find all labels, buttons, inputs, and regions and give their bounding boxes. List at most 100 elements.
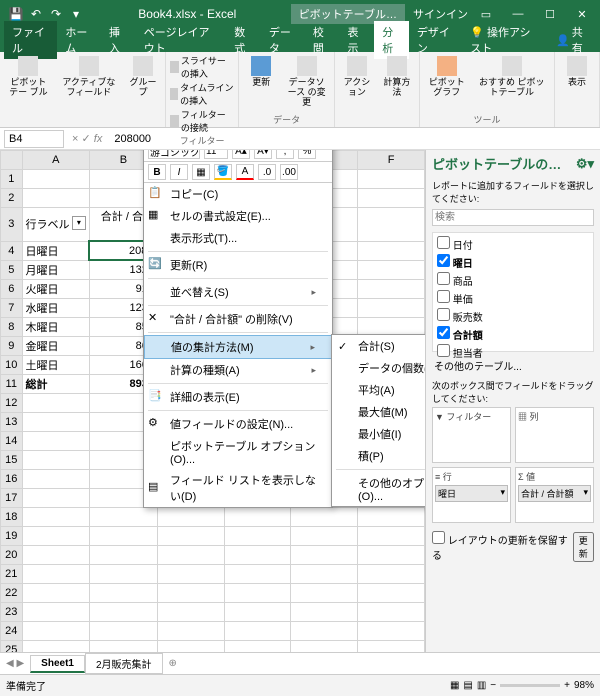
minimize-icon[interactable]: — xyxy=(504,8,532,20)
row-header[interactable]: 3 xyxy=(1,208,23,242)
cell[interactable] xyxy=(224,621,291,640)
cell[interactable]: 総計 xyxy=(22,374,89,393)
cell[interactable] xyxy=(22,488,89,507)
undo-icon[interactable]: ↶ xyxy=(28,6,44,22)
refresh-button[interactable]: 更新 xyxy=(243,54,279,90)
row-header[interactable]: 21 xyxy=(1,564,23,583)
row-header[interactable]: 24 xyxy=(1,621,23,640)
sub-max[interactable]: 最大値(M) xyxy=(332,401,425,423)
cell[interactable]: 木曜日 xyxy=(22,317,89,336)
cell[interactable] xyxy=(22,431,89,450)
show-button[interactable]: 表示 xyxy=(559,54,595,90)
row-header[interactable]: 14 xyxy=(1,431,23,450)
row-header[interactable]: 9 xyxy=(1,336,23,355)
cell[interactable] xyxy=(89,545,157,564)
ctx-format-cells[interactable]: ▦セルの書式設定(E)... xyxy=(144,205,332,227)
increase-font-icon[interactable]: A▴ xyxy=(232,150,250,159)
calculations-button[interactable]: 計算方法 xyxy=(379,54,415,100)
fontsize-combo[interactable] xyxy=(204,150,228,159)
ctx-value-field-settings[interactable]: ⚙値フィールドの設定(N)... xyxy=(144,413,332,435)
cell[interactable] xyxy=(22,545,89,564)
qat-dropdown-icon[interactable]: ▾ xyxy=(68,6,84,22)
pivotchart-button[interactable]: ピボットグラフ xyxy=(424,54,470,100)
cell[interactable] xyxy=(224,583,291,602)
cell[interactable] xyxy=(89,507,157,526)
insert-timeline-button[interactable]: タイムラインの挿入 xyxy=(170,81,234,107)
row-header[interactable]: 22 xyxy=(1,583,23,602)
cell[interactable] xyxy=(157,564,224,583)
row-header[interactable]: 8 xyxy=(1,317,23,336)
cell[interactable]: 月曜日 xyxy=(22,260,89,279)
fill-color-icon[interactable]: 🪣 xyxy=(214,164,232,180)
cell[interactable] xyxy=(358,208,425,242)
view-pagelayout-icon[interactable]: ▤ xyxy=(463,680,472,691)
sub-product[interactable]: 積(P) xyxy=(332,445,425,467)
name-box[interactable]: B4 xyxy=(4,130,64,148)
zoom-level[interactable]: 98% xyxy=(574,680,594,691)
cell[interactable]: 土曜日 xyxy=(22,355,89,374)
ctx-sort[interactable]: 並べ替え(S) xyxy=(144,281,332,303)
cell[interactable] xyxy=(358,526,425,545)
cell[interactable] xyxy=(291,583,358,602)
cell[interactable]: 日曜日 xyxy=(22,241,89,260)
cell[interactable] xyxy=(291,507,358,526)
group-button[interactable]: グループ xyxy=(125,54,161,100)
enter-icon[interactable]: ✓ xyxy=(82,133,91,145)
cell[interactable] xyxy=(22,507,89,526)
zoom-slider[interactable] xyxy=(500,684,560,687)
sub-average[interactable]: 平均(A) xyxy=(332,379,425,401)
cell[interactable] xyxy=(224,507,291,526)
sub-more-options[interactable]: その他のオプション(O)... xyxy=(332,472,425,506)
cancel-icon[interactable]: × xyxy=(72,133,78,145)
cell[interactable]: 行ラベル▾ xyxy=(22,208,89,242)
cell[interactable] xyxy=(157,621,224,640)
cell[interactable] xyxy=(157,583,224,602)
row-header[interactable]: 7 xyxy=(1,298,23,317)
cell[interactable] xyxy=(224,640,291,652)
cell[interactable] xyxy=(291,640,358,652)
cell[interactable] xyxy=(157,507,224,526)
cell[interactable]: 金曜日 xyxy=(22,336,89,355)
border-icon[interactable]: ▦ xyxy=(192,164,210,180)
values-item[interactable]: 合計 / 合計額▾ xyxy=(518,485,591,502)
rows-item[interactable]: 曜日▾ xyxy=(435,485,508,502)
activefield-button[interactable]: アクティブな フィールド xyxy=(57,54,121,100)
cell[interactable] xyxy=(89,621,157,640)
cell[interactable]: 火曜日 xyxy=(22,279,89,298)
zoom-in-icon[interactable]: + xyxy=(564,680,570,691)
pivottable-button[interactable]: ピボットテー ブル xyxy=(4,54,53,100)
cell[interactable] xyxy=(89,640,157,652)
ctx-remove-field[interactable]: ✕"合計 / 合計額" の削除(V) xyxy=(144,308,332,330)
cell[interactable] xyxy=(89,526,157,545)
sheet-tab-1[interactable]: Sheet1 xyxy=(30,655,85,673)
row-header[interactable]: 20 xyxy=(1,545,23,564)
cell[interactable] xyxy=(358,298,425,317)
cell[interactable] xyxy=(291,564,358,583)
ctx-display-format[interactable]: 表示形式(T)... xyxy=(144,227,332,249)
filter-area[interactable]: ▼ フィルター xyxy=(432,407,511,463)
font-color-icon[interactable]: A xyxy=(236,164,254,180)
field-dow[interactable]: 曜日 xyxy=(435,253,591,271)
percent-style-icon[interactable]: % xyxy=(298,150,316,159)
pane-gear-icon[interactable]: ⚙▾ xyxy=(576,156,594,172)
cell[interactable] xyxy=(157,602,224,621)
cell[interactable] xyxy=(358,583,425,602)
ctx-summarize-values-by[interactable]: 値の集計方法(M) 合計(S) データの個数(C) 平均(A) 最大値(M) 最… xyxy=(144,335,332,359)
cell[interactable] xyxy=(291,545,358,564)
cell[interactable] xyxy=(358,241,425,260)
cell[interactable] xyxy=(22,583,89,602)
cell[interactable] xyxy=(22,170,89,189)
field-product[interactable]: 商品 xyxy=(435,271,591,289)
cell[interactable] xyxy=(224,526,291,545)
actions-button[interactable]: アクション xyxy=(339,54,375,100)
ribbon-options-icon[interactable]: ▭ xyxy=(472,8,500,21)
field-qty[interactable]: 販売数 xyxy=(435,307,591,325)
cell[interactable] xyxy=(22,602,89,621)
cell[interactable] xyxy=(89,583,157,602)
ctx-pivottable-options[interactable]: ピボットテーブル オプション(O)... xyxy=(144,435,332,469)
ctx-refresh[interactable]: 🔄更新(R) xyxy=(144,254,332,276)
sub-sum[interactable]: 合計(S) xyxy=(332,335,425,357)
values-area[interactable]: Σ 値 合計 / 合計額▾ xyxy=(515,467,594,523)
cell[interactable] xyxy=(22,469,89,488)
row-header[interactable]: 13 xyxy=(1,412,23,431)
